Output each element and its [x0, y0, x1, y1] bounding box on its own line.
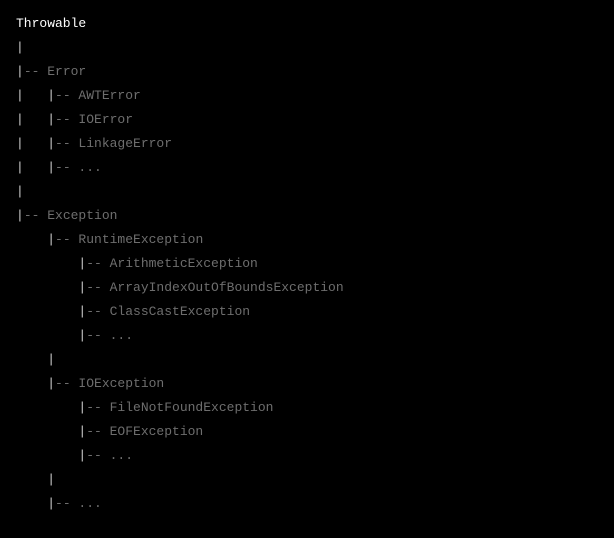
tree-segment: | — [16, 328, 86, 343]
tree-segment: | — [16, 40, 24, 55]
tree-line: Throwable — [16, 12, 598, 36]
tree-line: | |-- AWTError — [16, 84, 598, 108]
tree-line: |-- Error — [16, 60, 598, 84]
tree-segment: -- ... — [86, 448, 133, 463]
tree-line: | — [16, 348, 598, 372]
tree-line: |-- ... — [16, 444, 598, 468]
tree-line: |-- EOFException — [16, 420, 598, 444]
tree-line: | — [16, 468, 598, 492]
tree-line: |-- ... — [16, 492, 598, 516]
tree-segment: | | — [16, 88, 55, 103]
tree-segment: -- Error — [24, 64, 86, 79]
tree-segment: | — [16, 472, 55, 487]
tree-segment: | | — [16, 136, 55, 151]
tree-segment: -- LinkageError — [55, 136, 172, 151]
tree-line: |-- Exception — [16, 204, 598, 228]
tree-segment: | — [16, 424, 86, 439]
tree-segment: | — [16, 280, 86, 295]
tree-segment: | — [16, 352, 55, 367]
tree-line: |-- ClassCastException — [16, 300, 598, 324]
tree-line: |-- ArrayIndexOutOfBoundsException — [16, 276, 598, 300]
tree-segment: | — [16, 448, 86, 463]
tree-line: |-- ... — [16, 324, 598, 348]
tree-segment: -- ... — [86, 328, 133, 343]
tree-line: |-- RuntimeException — [16, 228, 598, 252]
tree-segment: -- ArithmeticException — [86, 256, 258, 271]
tree-line: | — [16, 36, 598, 60]
tree-line: | |-- ... — [16, 156, 598, 180]
tree-segment: | — [16, 184, 24, 199]
tree-segment: | — [16, 496, 55, 511]
tree-segment: | — [16, 208, 24, 223]
tree-segment: | — [16, 256, 86, 271]
tree-segment: -- IOException — [55, 376, 164, 391]
exception-hierarchy-tree: Throwable||-- Error| |-- AWTError| |-- I… — [16, 12, 598, 516]
tree-segment: | | — [16, 160, 55, 175]
tree-segment: | — [16, 64, 24, 79]
tree-segment: -- AWTError — [55, 88, 141, 103]
tree-segment: Throwable — [16, 16, 86, 31]
tree-line: |-- IOException — [16, 372, 598, 396]
tree-segment: -- Exception — [24, 208, 118, 223]
tree-segment: | — [16, 376, 55, 391]
tree-segment: | — [16, 400, 86, 415]
tree-segment: -- ArrayIndexOutOfBoundsException — [86, 280, 343, 295]
tree-segment: -- IOError — [55, 112, 133, 127]
tree-segment: | — [16, 232, 55, 247]
tree-segment: -- RuntimeException — [55, 232, 203, 247]
tree-segment: -- FileNotFoundException — [86, 400, 273, 415]
tree-line: |-- ArithmeticException — [16, 252, 598, 276]
tree-segment: | — [16, 304, 86, 319]
tree-segment: -- ... — [55, 496, 102, 511]
tree-line: |-- FileNotFoundException — [16, 396, 598, 420]
tree-segment: -- EOFException — [86, 424, 203, 439]
tree-line: | |-- LinkageError — [16, 132, 598, 156]
tree-segment: -- ... — [55, 160, 102, 175]
tree-segment: -- ClassCastException — [86, 304, 250, 319]
tree-line: | — [16, 180, 598, 204]
tree-segment: | | — [16, 112, 55, 127]
tree-line: | |-- IOError — [16, 108, 598, 132]
